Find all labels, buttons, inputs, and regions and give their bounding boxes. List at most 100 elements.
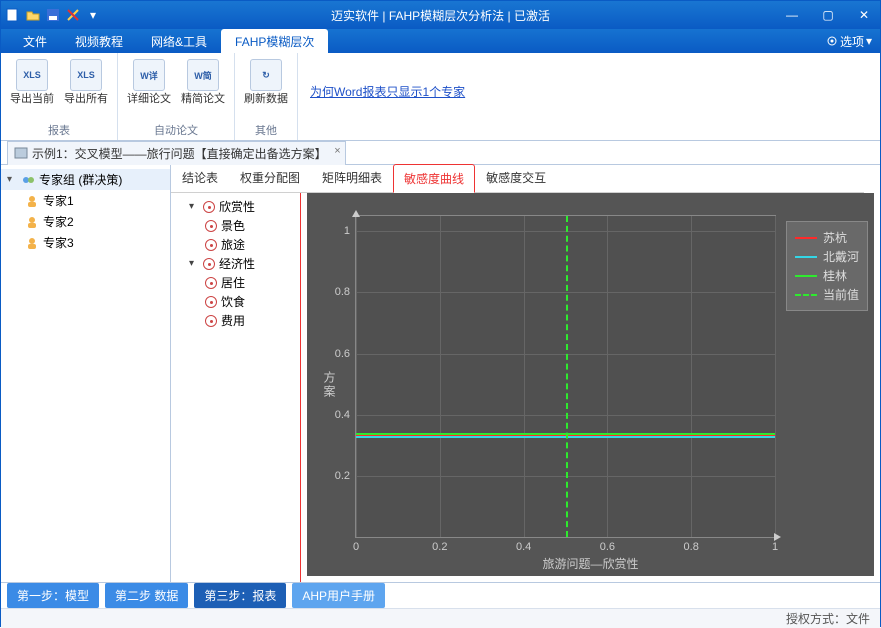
ribbon-group-report: XLS导出当前 XLS导出所有 报表	[1, 53, 118, 140]
legend-item: 苏杭	[795, 228, 859, 247]
collapse-icon[interactable]: ▾	[189, 201, 199, 212]
xls-icon: XLS	[70, 59, 102, 91]
tools-icon[interactable]	[65, 7, 81, 23]
y-tick: 1	[344, 225, 350, 237]
y-tick: 0.8	[335, 286, 350, 298]
legend-swatch	[795, 256, 817, 258]
menu-network[interactable]: 网络&工具	[137, 29, 221, 54]
legend-swatch	[795, 294, 817, 296]
expert-tree: ▾ 专家组 (群决策) 专家1 专家2 专家3	[1, 165, 171, 582]
legend-swatch	[795, 275, 817, 277]
status-bar: 授权方式：文件	[1, 608, 880, 628]
user-icon	[25, 236, 39, 250]
menu-video[interactable]: 视频教程	[61, 29, 137, 54]
tree-root[interactable]: ▾ 专家组 (群决策)	[1, 169, 170, 190]
tab-matrix-detail[interactable]: 矩阵明细表	[311, 163, 393, 192]
tree-expert-1[interactable]: 专家1	[1, 190, 170, 211]
sensitivity-chart[interactable]: 方案 旅游问题—欣赏性 00.20.40.60.810.20.40.60.81 …	[307, 193, 874, 576]
criteria-appreciation[interactable]: ▾欣赏性	[175, 197, 296, 216]
x-tick: 0	[353, 541, 359, 553]
step-bar: 第一步：模型 第二步 数据 第三步：报表 AHP用户手册	[1, 582, 880, 608]
legend-item: 北戴河	[795, 247, 859, 266]
step-report-button[interactable]: 第三步：报表	[194, 583, 286, 608]
export-all-button[interactable]: XLS导出所有	[61, 57, 111, 106]
criteria-food[interactable]: 饮食	[175, 292, 296, 311]
license-mode-label: 授权方式：文件	[786, 610, 870, 627]
tab-sensitivity-curve[interactable]: 敏感度曲线	[393, 164, 475, 193]
options-label: 选项	[840, 33, 864, 50]
y-axis-label: 方案	[321, 371, 338, 399]
radio-icon	[205, 296, 217, 308]
xls-icon: XLS	[16, 59, 48, 91]
new-icon[interactable]	[5, 7, 21, 23]
x-tick: 0.4	[516, 541, 531, 553]
x-axis-label: 旅游问题—欣赏性	[542, 555, 638, 572]
ribbon: XLS导出当前 XLS导出所有 报表 W详详细论文 W简精简论文 自动论文 ↻刷…	[1, 53, 880, 141]
save-icon[interactable]	[45, 7, 61, 23]
tab-sensitivity-interact[interactable]: 敏感度交互	[475, 163, 557, 192]
tree-expert-3[interactable]: 专家3	[1, 232, 170, 253]
criteria-cost[interactable]: 费用	[175, 311, 296, 330]
gear-icon	[826, 35, 838, 47]
close-tab-icon[interactable]: ×	[334, 145, 340, 157]
criteria-economy[interactable]: ▾经济性	[175, 254, 296, 273]
x-tick: 0.2	[432, 541, 447, 553]
document-tab[interactable]: 示例1：交叉模型——旅行问题【直接确定出备选方案】 ×	[7, 141, 346, 165]
menu-file[interactable]: 文件	[9, 29, 61, 54]
tree-expert-2[interactable]: 专家2	[1, 211, 170, 232]
open-icon[interactable]	[25, 7, 41, 23]
detail-paper-button[interactable]: W详详细论文	[124, 57, 174, 106]
plot-area: 00.20.40.60.810.20.40.60.81	[355, 215, 776, 538]
group-icon	[21, 173, 35, 187]
tab-conclusion[interactable]: 结论表	[171, 163, 229, 192]
brief-paper-button[interactable]: W简精简论文	[178, 57, 228, 106]
y-tick: 0.4	[335, 409, 350, 421]
criteria-scenery[interactable]: 景色	[175, 216, 296, 235]
user-icon	[25, 215, 39, 229]
refresh-button[interactable]: ↻刷新数据	[241, 57, 291, 106]
legend-item: 当前值	[795, 285, 859, 304]
window-title: 迈实软件 | FAHP模糊层次分析法 | 已激活	[331, 7, 550, 24]
radio-icon	[203, 201, 215, 213]
radio-icon	[205, 315, 217, 327]
content-area: 结论表 权重分配图 矩阵明细表 敏感度曲线 敏感度交互 ▾欣赏性 景色 旅途 ▾…	[171, 165, 880, 582]
options-button[interactable]: 选项 ▾	[826, 33, 872, 50]
criteria-living[interactable]: 居住	[175, 273, 296, 292]
legend-swatch	[795, 237, 817, 239]
work-area: ▾ 专家组 (群决策) 专家1 专家2 专家3 结论表 权重分配图 矩阵明细表 …	[1, 165, 880, 582]
y-tick: 0.2	[335, 470, 350, 482]
document-tab-title: 示例1：交叉模型——旅行问题【直接确定出备选方案】	[32, 145, 327, 162]
tab-weight-chart[interactable]: 权重分配图	[229, 163, 311, 192]
legend-item: 桂林	[795, 266, 859, 285]
maximize-button[interactable]: ▢	[816, 6, 840, 24]
radio-icon	[203, 258, 215, 270]
ribbon-group-other: ↻刷新数据 其他	[235, 53, 298, 140]
x-tick: 0.6	[600, 541, 615, 553]
close-button[interactable]: ✕	[852, 6, 876, 24]
dropdown-icon[interactable]: ▾	[85, 7, 101, 23]
word-report-help-link[interactable]: 为何Word报表只显示1个专家	[298, 53, 477, 140]
menu-fahp[interactable]: FAHP模糊层次	[221, 29, 328, 54]
export-current-button[interactable]: XLS导出当前	[7, 57, 57, 106]
step-model-button[interactable]: 第一步：模型	[7, 583, 99, 608]
step-data-button[interactable]: 第二步 数据	[105, 583, 188, 608]
ribbon-group-label: 报表	[7, 120, 111, 138]
radio-icon	[205, 220, 217, 232]
criteria-journey[interactable]: 旅途	[175, 235, 296, 254]
legend: 苏杭 北戴河 桂林 当前值	[786, 221, 868, 311]
chart-container: 方案 旅游问题—欣赏性 00.20.40.60.810.20.40.60.81 …	[301, 165, 880, 582]
tree-root-label: 专家组 (群决策)	[39, 171, 122, 188]
collapse-icon[interactable]: ▾	[189, 258, 199, 269]
radio-icon	[205, 239, 217, 251]
criteria-tree: ▾欣赏性 景色 旅途 ▾经济性 居住 饮食 费用	[171, 165, 301, 582]
refresh-icon: ↻	[250, 59, 282, 91]
ribbon-group-label: 其他	[241, 120, 291, 138]
titlebar-quick-icons: ▾	[5, 7, 101, 23]
radio-icon	[205, 277, 217, 289]
ribbon-group-paper: W详详细论文 W简精简论文 自动论文	[118, 53, 235, 140]
collapse-icon[interactable]: ▾	[7, 174, 17, 185]
ahp-manual-button[interactable]: AHP用户手册	[292, 583, 385, 608]
series-当前值	[566, 216, 568, 537]
word-brief-icon: W简	[187, 59, 219, 91]
minimize-button[interactable]: —	[780, 6, 804, 24]
